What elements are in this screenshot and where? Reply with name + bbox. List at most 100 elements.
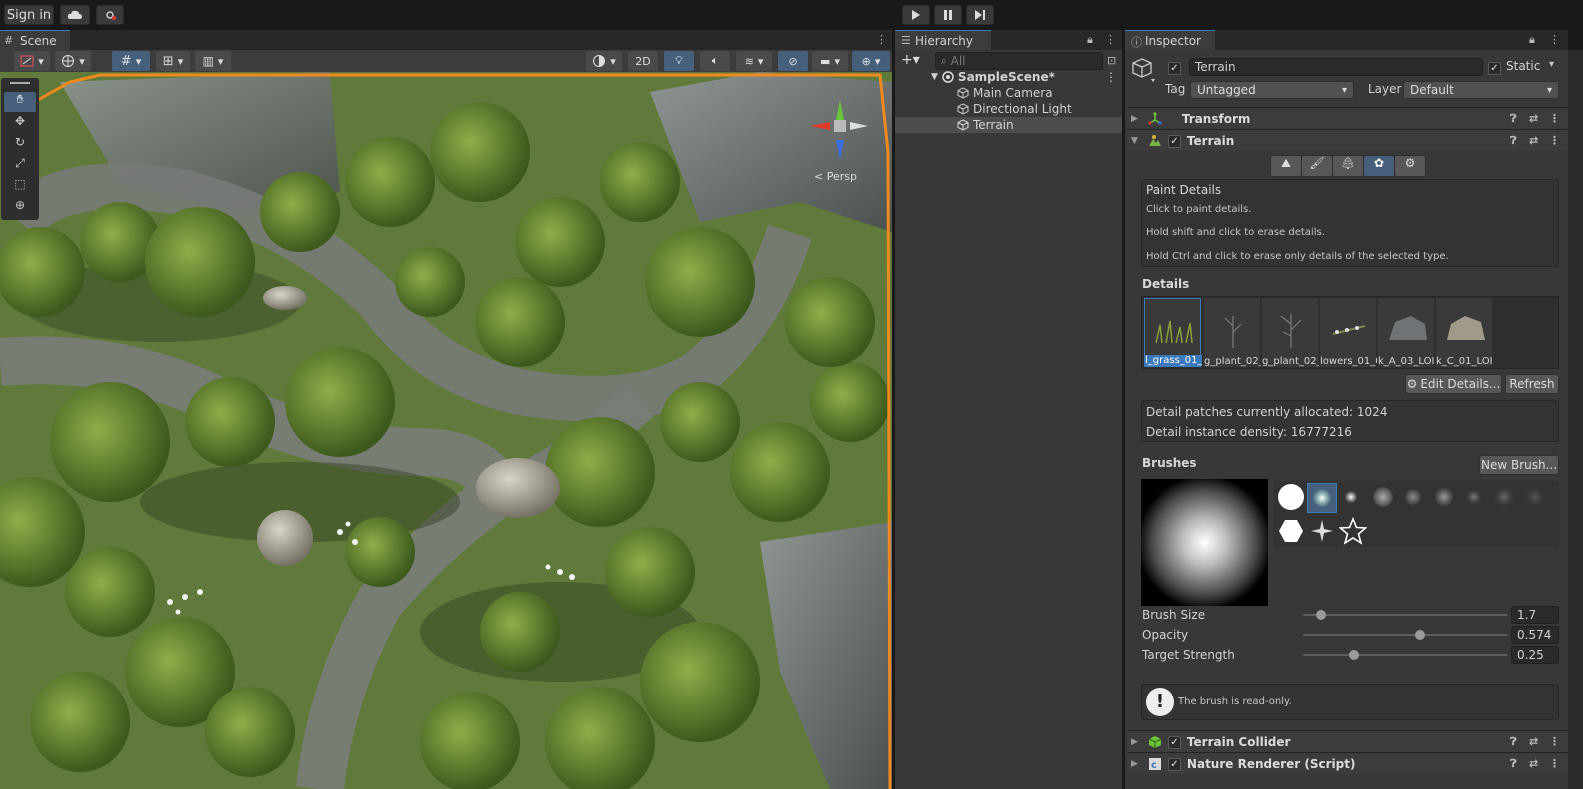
hand-tool-icon[interactable]: ✋︎ — [4, 92, 36, 112]
brush-hexagon-icon[interactable] — [1278, 518, 1304, 544]
camera-button[interactable]: ▬ ▾ — [812, 51, 848, 71]
brush-scatter-icon[interactable] — [1435, 488, 1453, 506]
hidden-objects-button[interactable]: ⊘ — [778, 51, 808, 71]
brush-spray-icon[interactable] — [1405, 489, 1421, 505]
help-icon[interactable]: ❓︎ — [1510, 757, 1517, 771]
hierarchy-item[interactable]: Main Camera — [895, 85, 1123, 101]
rotate-tool-icon[interactable]: ↻ — [4, 135, 36, 155]
audio-toggle-button[interactable]: 🔈︎ — [700, 51, 730, 71]
expand-arrow-icon[interactable]: ▶ — [1131, 737, 1138, 747]
hierarchy-item[interactable]: Directional Light — [895, 101, 1123, 117]
expand-arrow-icon[interactable]: ▼ — [931, 72, 938, 82]
component-menu-icon[interactable]: ⋮ — [1549, 134, 1560, 147]
opacity-field[interactable]: 0.574 — [1511, 626, 1559, 644]
tab-hierarchy[interactable]: ☰ Hierarchy — [895, 30, 991, 50]
paint-details-icon[interactable]: ✿ — [1364, 156, 1394, 176]
rect-tool-icon[interactable]: ⬚ — [4, 177, 36, 197]
detail-item[interactable]: k_A_03_LOI — [1378, 298, 1435, 367]
component-menu-icon[interactable]: ⋮ — [1549, 757, 1560, 770]
detail-item[interactable]: g_plant_02_ — [1262, 298, 1319, 367]
edit-details-button[interactable]: ⚙︎ Edit Details... — [1405, 374, 1502, 394]
move-tool-icon[interactable]: ✥ — [4, 114, 36, 134]
terrain-component-header[interactable]: ▼ ✓ Terrain ❓︎ ⇄ ⋮ — [1127, 129, 1568, 151]
tab-inspector[interactable]: ⓘ Inspector — [1125, 30, 1215, 50]
brush-starburst-icon[interactable] — [1309, 518, 1335, 544]
add-icon[interactable]: +▾ — [901, 52, 920, 68]
pause-button[interactable] — [934, 5, 962, 25]
lighting-toggle-button[interactable]: 💡︎ — [664, 51, 694, 71]
paint-terrain-icon[interactable]: 🖌︎ — [1302, 156, 1332, 176]
brush-dots-icon[interactable] — [1467, 490, 1481, 504]
grid-snap-button[interactable]: # ▾ — [112, 51, 150, 71]
more-icon[interactable]: ⋮ — [1105, 33, 1116, 46]
play-button[interactable] — [902, 5, 930, 25]
brush-hard-circle-icon[interactable] — [1278, 484, 1304, 510]
refresh-button[interactable]: Refresh — [1505, 374, 1559, 394]
more-icon[interactable]: ⋮ — [1549, 33, 1560, 46]
nature-renderer-component-header[interactable]: ▶ c ✓ Nature Renderer (Script) ❓︎ ⇄ ⋮ — [1127, 752, 1568, 774]
tag-dropdown[interactable]: Untagged ▾ — [1190, 81, 1354, 99]
terrain-collider-enabled-checkbox[interactable]: ✓ — [1167, 734, 1181, 749]
search-by-type-icon[interactable]: ⊡ — [1107, 54, 1116, 67]
tab-scene[interactable]: # Scene — [0, 30, 70, 50]
detail-item-selected[interactable]: l_grass_01_2 — [1144, 298, 1202, 367]
brush-star-icon[interactable] — [1338, 516, 1368, 545]
presets-icon[interactable]: ⇄ — [1529, 112, 1538, 125]
effects-button[interactable]: ≋ ▾ — [736, 51, 772, 71]
mode-2d-button[interactable]: 2D — [628, 51, 658, 71]
lock-icon[interactable]: 🔒︎ — [1529, 33, 1535, 47]
target-strength-slider-knob[interactable] — [1349, 650, 1359, 660]
opacity-slider-track[interactable] — [1303, 634, 1507, 636]
create-neighbor-terrains-icon[interactable]: ⛰︎ — [1271, 156, 1301, 176]
target-strength-slider-track[interactable] — [1303, 654, 1507, 656]
grid-visibility-button[interactable]: ⊞ ▾ — [156, 51, 190, 71]
global-toggle-button[interactable]: ▾ — [55, 51, 91, 71]
collapse-arrow-icon[interactable]: ▼ — [1131, 136, 1138, 146]
component-menu-icon[interactable]: ⋮ — [1549, 112, 1560, 125]
gizmos-button[interactable]: ⊕ ▾ — [852, 51, 890, 71]
presets-icon[interactable]: ⇄ — [1529, 735, 1538, 748]
nature-renderer-enabled-checkbox[interactable]: ✓ — [1167, 756, 1181, 771]
terrain-collider-component-header[interactable]: ▶ ✓ Terrain Collider ❓︎ ⇄ ⋮ — [1127, 730, 1568, 752]
object-name-field[interactable]: Terrain — [1189, 58, 1483, 76]
component-menu-icon[interactable]: ⋮ — [1549, 735, 1560, 748]
layer-dropdown[interactable]: Default ▾ — [1403, 81, 1559, 99]
detail-item[interactable]: k_C_01_LOI — [1436, 298, 1493, 367]
presets-icon[interactable]: ⇄ — [1529, 757, 1538, 770]
static-checkbox[interactable]: ✓ — [1488, 60, 1501, 75]
transform-component-header[interactable]: ▶ Transform ❓︎ ⇄ ⋮ — [1127, 107, 1568, 129]
terrain-settings-icon[interactable]: ⚙︎ — [1395, 156, 1425, 176]
brush-noise-icon[interactable] — [1373, 487, 1393, 507]
scene-row[interactable]: ▼ SampleScene* ⋮ — [895, 69, 1123, 85]
collab-icon[interactable] — [96, 5, 124, 25]
paint-trees-icon[interactable]: 🌲︎ — [1333, 156, 1363, 176]
scene-more-icon[interactable]: ⋮ — [1105, 70, 1117, 84]
detail-item[interactable]: g_plant_02_ — [1204, 298, 1261, 367]
cloud-icon[interactable] — [60, 5, 90, 25]
sign-in-button[interactable]: Sign in — [4, 5, 54, 25]
transform-tool-icon[interactable]: ⊕ — [4, 198, 36, 218]
hierarchy-search-input[interactable]: ⌕ All — [935, 52, 1103, 70]
help-icon[interactable]: ❓︎ — [1510, 112, 1517, 126]
expand-arrow-icon[interactable]: ▶ — [1131, 114, 1138, 124]
detail-item[interactable]: lowers_01_0 — [1320, 298, 1377, 367]
lock-icon[interactable]: 🔒︎ — [1087, 33, 1093, 47]
brush-stroke-icon[interactable] — [1495, 488, 1513, 506]
scale-tool-icon[interactable]: ⤢ — [4, 156, 36, 176]
expand-arrow-icon[interactable]: ▶ — [1131, 759, 1138, 769]
presets-icon[interactable]: ⇄ — [1529, 134, 1538, 147]
more-icon[interactable]: ⋮ — [876, 33, 887, 46]
inspector-scrollbar[interactable] — [1568, 50, 1583, 789]
step-button[interactable] — [966, 5, 994, 25]
view-gizmo[interactable]: < Persp — [800, 90, 890, 190]
brush-soft-circle-selected-icon[interactable] — [1307, 483, 1337, 513]
increment-snap-button[interactable]: ▥ ▾ — [195, 51, 231, 71]
hierarchy-item-selected[interactable]: Terrain — [895, 117, 1123, 133]
draw-mode-button[interactable]: ▾ — [14, 51, 50, 71]
brush-small-soft-icon[interactable] — [1345, 491, 1357, 503]
active-checkbox[interactable]: ✓ — [1168, 60, 1181, 75]
brush-grass-icon[interactable] — [1526, 488, 1544, 506]
brush-size-field[interactable]: 1.7 — [1511, 606, 1559, 624]
palette-grip-icon[interactable] — [10, 82, 30, 84]
static-dropdown-arrow-icon[interactable]: ▾ — [1549, 59, 1554, 70]
